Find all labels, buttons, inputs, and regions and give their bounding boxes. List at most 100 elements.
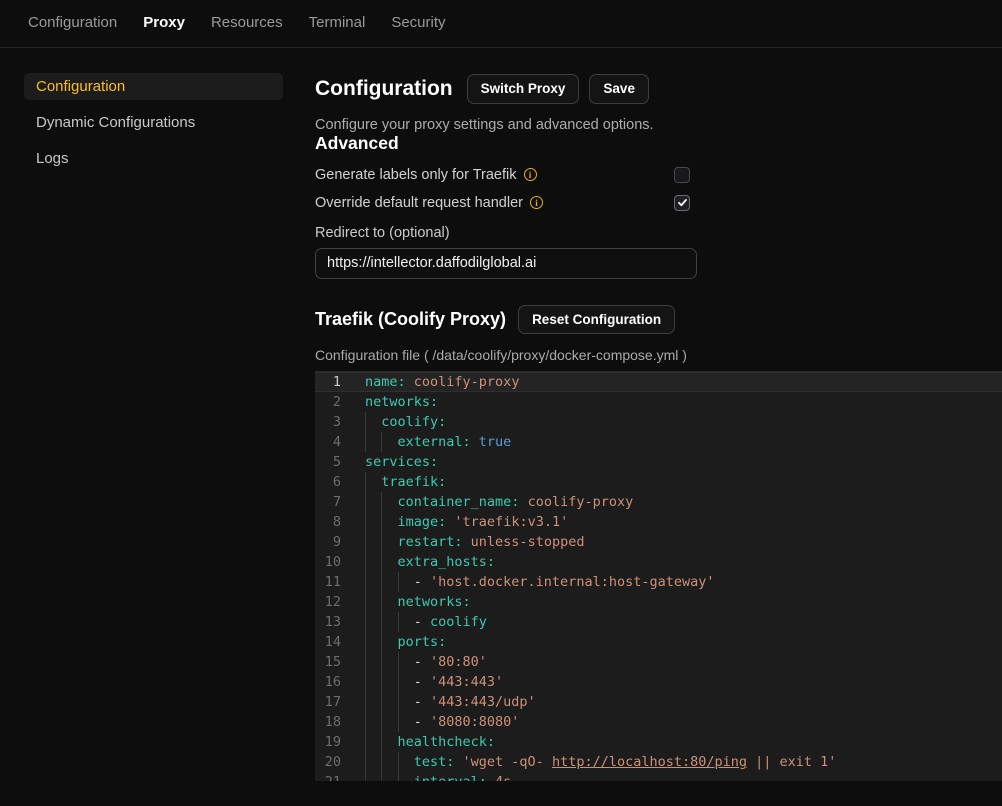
code-line[interactable]: 3coolify: bbox=[315, 412, 1002, 432]
code-line[interactable]: 6traefik: bbox=[315, 472, 1002, 492]
line-number: 20 bbox=[315, 752, 341, 772]
code-line[interactable]: 13- coolify bbox=[315, 612, 1002, 632]
code-token: name: bbox=[365, 372, 406, 392]
page-title: Configuration bbox=[315, 77, 453, 101]
toggle-row-generate-labels-only-for-traefik: Generate labels only for Traefiki bbox=[315, 163, 690, 187]
sidebar: Configuration Dynamic Configurations Logs bbox=[24, 73, 283, 181]
code-token: 4s bbox=[495, 772, 511, 781]
indent-guide bbox=[365, 472, 381, 492]
page-subtitle: Configure your proxy settings and advanc… bbox=[315, 117, 1002, 133]
toggle-row-override-default-request-handler: Override default request handleri bbox=[315, 191, 690, 215]
code-token: '80:80' bbox=[430, 652, 487, 672]
code-token: networks: bbox=[365, 392, 438, 412]
code-editor[interactable]: 1name: coolify-proxy2networks:3coolify:4… bbox=[315, 371, 1002, 781]
line-content: - '8080:8080' bbox=[365, 712, 519, 732]
indent-guide bbox=[381, 592, 397, 612]
checkbox-generate-labels-only-for-traefik[interactable] bbox=[674, 167, 690, 183]
line-number: 9 bbox=[315, 532, 341, 552]
code-token bbox=[446, 512, 454, 532]
nav-item-proxy[interactable]: Proxy bbox=[143, 14, 185, 47]
indent-guide bbox=[398, 692, 414, 712]
code-line[interactable]: 14ports: bbox=[315, 632, 1002, 652]
line-number: 15 bbox=[315, 652, 341, 672]
code-line[interactable]: 2networks: bbox=[315, 392, 1002, 412]
code-token: image: bbox=[398, 512, 447, 532]
nav-item-resources[interactable]: Resources bbox=[211, 14, 283, 47]
advanced-toggles: Generate labels only for Traefiki Overrid… bbox=[315, 163, 1002, 215]
sidebar-item-dynamic-configurations[interactable]: Dynamic Configurations bbox=[24, 109, 283, 136]
indent-guide bbox=[398, 652, 414, 672]
code-line[interactable]: 12networks: bbox=[315, 592, 1002, 612]
top-nav: Configuration Proxy Resources Terminal Secur… bbox=[0, 0, 1002, 48]
code-line[interactable]: 11- 'host.docker.internal:host-gateway' bbox=[315, 572, 1002, 592]
code-token: coolify bbox=[430, 612, 487, 632]
sidebar-item-logs[interactable]: Logs bbox=[24, 145, 283, 172]
code-line[interactable]: 20 test: 'wget -qO- http://localhost:80/p… bbox=[315, 752, 1002, 772]
code-line[interactable]: 18- '8080:8080' bbox=[315, 712, 1002, 732]
indent-guide bbox=[365, 592, 381, 612]
indent-guide bbox=[365, 412, 381, 432]
code-line[interactable]: 4external: true bbox=[315, 432, 1002, 452]
line-content: coolify: bbox=[365, 412, 446, 432]
indent-guide bbox=[381, 632, 397, 652]
line-content: healthcheck: bbox=[365, 732, 495, 752]
code-token bbox=[487, 772, 495, 781]
line-number: 16 bbox=[315, 672, 341, 692]
code-token: restart: bbox=[398, 532, 463, 552]
indent-guide bbox=[365, 492, 381, 512]
line-number: 4 bbox=[315, 432, 341, 452]
redirect-to-input[interactable] bbox=[315, 248, 697, 279]
config-file-path-label: Configuration file ( /data/coolify/proxy… bbox=[315, 347, 1002, 363]
code-token: - bbox=[414, 712, 430, 732]
indent-guide bbox=[381, 432, 397, 452]
indent-guide bbox=[381, 652, 397, 672]
code-line[interactable]: 1name: coolify-proxy bbox=[315, 372, 1002, 392]
traefik-section-header: Traefik (Coolify Proxy) Reset Configurat… bbox=[315, 305, 1002, 335]
line-number: 13 bbox=[315, 612, 341, 632]
indent-guide bbox=[381, 612, 397, 632]
code-line[interactable]: 15 - '80:80' bbox=[315, 652, 1002, 672]
code-token bbox=[519, 492, 527, 512]
code-token: 'wget -qO- bbox=[463, 752, 552, 772]
code-line[interactable]: 21interval: 4s bbox=[315, 772, 1002, 781]
code-line[interactable]: 10extra_hosts: bbox=[315, 552, 1002, 572]
nav-item-terminal[interactable]: Terminal bbox=[309, 14, 366, 47]
toggle-label: Override default request handler bbox=[315, 195, 523, 211]
code-line[interactable]: 19healthcheck: bbox=[315, 732, 1002, 752]
line-content: image: 'traefik:v3.1' bbox=[365, 512, 568, 532]
line-number: 14 bbox=[315, 632, 341, 652]
code-line[interactable]: 9restart: unless-stopped bbox=[315, 532, 1002, 552]
main-content: Configuration Switch Proxy Save Configur… bbox=[315, 74, 1002, 781]
code-token: coolify-proxy bbox=[414, 372, 520, 392]
save-button[interactable]: Save bbox=[589, 74, 649, 104]
code-line[interactable]: 16- '443:443' bbox=[315, 672, 1002, 692]
line-content: - '80:80' bbox=[365, 652, 487, 672]
code-token: true bbox=[479, 432, 512, 452]
nav-item-security[interactable]: Security bbox=[391, 14, 445, 47]
line-content: networks: bbox=[365, 392, 438, 412]
switch-proxy-button[interactable]: Switch Proxy bbox=[467, 74, 580, 104]
indent-guide bbox=[381, 732, 397, 752]
code-line[interactable]: 8image: 'traefik:v3.1' bbox=[315, 512, 1002, 532]
code-line[interactable]: 5services: bbox=[315, 452, 1002, 472]
code-token: container_name: bbox=[398, 492, 520, 512]
indent-guide bbox=[381, 672, 397, 692]
indent-guide bbox=[381, 552, 397, 572]
checkbox-override-default-request-handler[interactable] bbox=[674, 195, 690, 211]
indent-guide bbox=[365, 532, 381, 552]
indent-guide bbox=[365, 572, 381, 592]
indent-guide bbox=[365, 772, 381, 781]
line-number: 21 bbox=[315, 772, 341, 781]
code-link[interactable]: http://localhost:80/ping bbox=[552, 752, 747, 772]
reset-configuration-button[interactable]: Reset Configuration bbox=[518, 305, 675, 335]
code-line[interactable]: 7container_name: coolify-proxy bbox=[315, 492, 1002, 512]
line-content: - '443:443/udp' bbox=[365, 692, 536, 712]
advanced-section-title: Advanced bbox=[315, 133, 1002, 154]
code-token bbox=[454, 752, 462, 772]
sidebar-item-configuration[interactable]: Configuration bbox=[24, 73, 283, 100]
code-token: coolify-proxy bbox=[528, 492, 634, 512]
code-line[interactable]: 17- '443:443/udp' bbox=[315, 692, 1002, 712]
indent-guide bbox=[365, 732, 381, 752]
line-content: test: 'wget -qO- http://localhost:80/pin… bbox=[365, 752, 836, 772]
nav-item-configuration[interactable]: Configuration bbox=[28, 14, 117, 47]
